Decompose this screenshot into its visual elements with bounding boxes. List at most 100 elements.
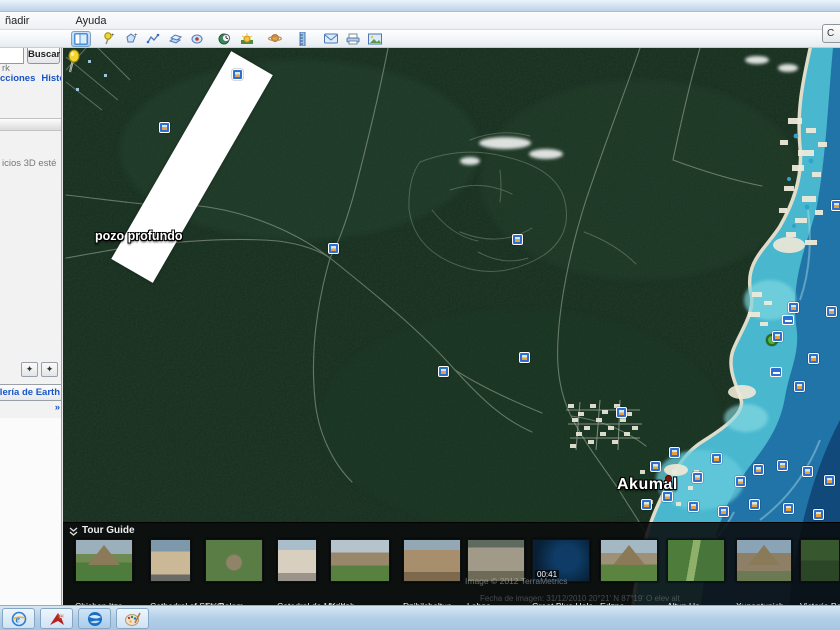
tour-thumbnail[interactable] — [736, 539, 792, 582]
photo-icon[interactable] — [808, 353, 819, 364]
tour-item: Victoria Peak — [800, 539, 840, 611]
history-link[interactable]: History — [41, 73, 61, 84]
sidebar-toggle-icon[interactable] — [71, 30, 91, 47]
photo-icon[interactable] — [512, 234, 523, 245]
play-tour-button-2[interactable]: ✦ — [41, 362, 58, 377]
menu-anadir[interactable]: ñadir — [0, 12, 38, 30]
photo-icon[interactable] — [688, 501, 699, 512]
search-button[interactable]: Buscar — [27, 48, 60, 64]
photo-icon[interactable] — [772, 331, 783, 342]
tour-item: Cathedral of San G... — [150, 539, 231, 611]
photo-icon[interactable] — [794, 381, 805, 392]
windows-taskbar: e ≡ — [0, 605, 840, 630]
svg-text:+: + — [134, 33, 138, 39]
layers-panel — [0, 418, 61, 605]
save-image-icon[interactable] — [365, 31, 385, 47]
lodging-icon[interactable] — [770, 367, 782, 377]
main-toolbar: + + — [0, 30, 840, 48]
photo-icon[interactable] — [749, 499, 760, 510]
photo-icon[interactable] — [813, 509, 824, 520]
photo-icon[interactable] — [159, 122, 170, 133]
tour-guide-panel: Tour Guide Chichen Itza Cathedral of San … — [63, 522, 840, 611]
ruler-icon[interactable] — [293, 31, 313, 47]
search-links: cciones History — [0, 73, 61, 84]
directions-link-partial[interactable]: cciones — [0, 73, 35, 84]
photo-icon[interactable] — [711, 453, 722, 464]
record-tour-icon[interactable] — [187, 31, 207, 47]
photo-icon[interactable] — [826, 306, 837, 317]
lodging-icon[interactable] — [782, 315, 794, 325]
photo-icon[interactable] — [232, 69, 243, 80]
photo-icon[interactable] — [519, 352, 530, 363]
photo-icon[interactable] — [831, 200, 840, 211]
photo-icon[interactable] — [753, 464, 764, 475]
tour-item: Altun Ha — [667, 539, 725, 611]
add-image-overlay-icon[interactable] — [165, 31, 185, 47]
planets-icon[interactable] — [265, 31, 285, 47]
screen: ñadir Ayuda + + C Buscar rk cciones Hist… — [0, 0, 840, 630]
email-icon[interactable] — [321, 31, 341, 47]
tour-item: Edzna — [600, 539, 658, 611]
photo-icon[interactable] — [328, 243, 339, 254]
photo-icon[interactable] — [735, 476, 746, 487]
add-polygon-icon[interactable]: + — [121, 31, 141, 47]
video-duration-badge: 00:41 — [535, 570, 560, 579]
tour-item: Catedral de Merida — [277, 539, 350, 611]
photo-icon[interactable] — [802, 466, 813, 477]
print-icon[interactable] — [343, 31, 363, 47]
tour-thumbnail[interactable] — [600, 539, 658, 582]
photo-icon[interactable] — [616, 407, 627, 418]
tour-item: Dzibilchaltun — [403, 539, 461, 611]
tour-thumbnail[interactable] — [467, 539, 525, 582]
search-input[interactable] — [0, 48, 24, 64]
play-tour-button[interactable]: ✦ — [21, 362, 38, 377]
tour-item: Ek' Balam — [205, 539, 263, 611]
tour-thumbnail[interactable] — [800, 539, 840, 582]
tour-thumbnail[interactable] — [150, 539, 191, 582]
taskbar-autocad-icon[interactable]: ≡ — [40, 608, 73, 629]
town-dot-icon[interactable] — [665, 475, 672, 482]
window-titlebar[interactable] — [0, 0, 840, 12]
photo-icon[interactable] — [650, 461, 661, 472]
tour-item: 00:41Great Blue Hole — [532, 539, 593, 611]
signin-button-partial[interactable]: C — [822, 24, 840, 43]
photo-icon[interactable] — [783, 503, 794, 514]
tour-thumbnail[interactable] — [75, 539, 133, 582]
photo-icon[interactable] — [662, 491, 673, 502]
places-panel-header[interactable] — [0, 118, 61, 131]
earth-gallery-button[interactable]: alería de Earth » — [0, 384, 61, 413]
photo-icon[interactable] — [669, 447, 680, 458]
menu-bar: ñadir Ayuda — [0, 12, 840, 30]
tour-thumbnail[interactable]: 00:41 — [532, 539, 590, 582]
historical-imagery-icon[interactable] — [215, 31, 235, 47]
placemark-label-pozo-profundo: pozo profundo — [95, 229, 183, 243]
yellow-pushpin-icon[interactable] — [63, 48, 85, 74]
tour-item: Chichen Itza — [75, 539, 133, 611]
menu-ayuda[interactable]: Ayuda — [66, 12, 115, 30]
tour-item: Kabah — [330, 539, 390, 611]
tour-guide-title: Tour Guide — [82, 525, 135, 536]
svg-text:+: + — [111, 33, 115, 39]
photo-icon[interactable] — [788, 302, 799, 313]
taskbar-google-earth-icon[interactable] — [78, 608, 111, 629]
photo-icon[interactable] — [718, 506, 729, 517]
taskbar-paint-icon[interactable] — [116, 608, 149, 629]
tour-thumbnail[interactable] — [205, 539, 263, 582]
photo-icon[interactable] — [777, 460, 788, 471]
photo-icon[interactable] — [824, 475, 835, 486]
photo-icon[interactable] — [641, 499, 652, 510]
tour-thumbnail[interactable] — [667, 539, 725, 582]
add-path-icon[interactable] — [143, 31, 163, 47]
tour-guide-header[interactable]: Tour Guide — [69, 525, 135, 536]
add-placemark-icon[interactable]: + — [99, 31, 119, 47]
taskbar-internet-explorer-icon[interactable]: e — [2, 608, 35, 629]
tour-item: Xunantunich — [736, 539, 792, 611]
tour-item: Labna — [467, 539, 525, 611]
tour-thumbnail[interactable] — [330, 539, 390, 582]
photo-icon[interactable] — [438, 366, 449, 377]
tour-thumbnail[interactable] — [403, 539, 461, 582]
photo-icon[interactable] — [692, 472, 703, 483]
double-chevron-icon — [69, 526, 78, 536]
sunlight-icon[interactable] — [237, 31, 257, 47]
tour-thumbnail[interactable] — [277, 539, 317, 582]
